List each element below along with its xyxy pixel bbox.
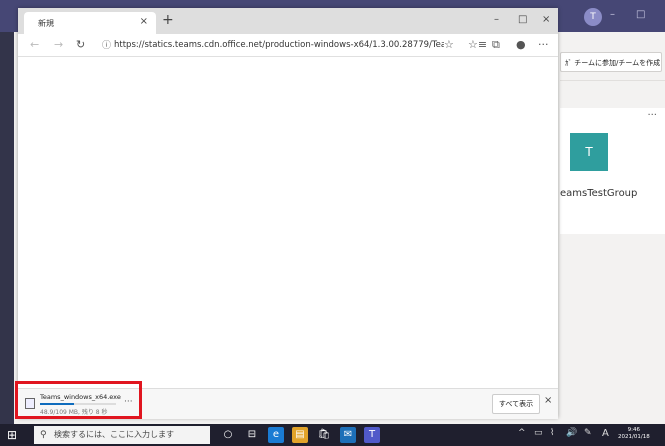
task-view-icon[interactable]: ⊟	[244, 427, 260, 443]
teams-minimize-button[interactable]: –	[610, 9, 615, 20]
tab-close-icon[interactable]: ×	[140, 16, 148, 27]
clock-time: 9:46	[627, 427, 641, 433]
teams-icon[interactable]: T	[364, 427, 380, 443]
back-icon[interactable]: ←	[30, 38, 39, 51]
teams-divider	[560, 80, 665, 81]
minimize-button[interactable]: –	[494, 14, 499, 25]
favorites-list-icon[interactable]: ☆≡	[468, 38, 487, 51]
search-icon: ⚲	[40, 430, 47, 440]
windows-start-icon[interactable]: ⊞	[4, 427, 20, 443]
team-name: eamsTestGroup	[560, 188, 638, 199]
forward-icon[interactable]: →	[54, 38, 63, 51]
site-info-icon[interactable]: ⓘ	[102, 38, 111, 51]
browser-window: 新規 × + – □ × ← → ↻ ⓘ https://statics.tea…	[18, 8, 558, 419]
highlight-box	[15, 381, 142, 419]
more-icon[interactable]: ···	[647, 110, 657, 121]
team-tile-icon: T	[570, 133, 608, 171]
new-tab-button[interactable]: +	[162, 12, 174, 28]
more-icon[interactable]: ···	[538, 38, 549, 51]
favorite-star-icon[interactable]: ☆	[444, 38, 454, 51]
refresh-icon[interactable]: ↻	[76, 38, 85, 51]
file-explorer-icon[interactable]: ▤	[292, 427, 308, 443]
profile-icon[interactable]: ●	[516, 38, 526, 51]
chevron-up-icon[interactable]: ^	[518, 428, 526, 438]
teams-maximize-button[interactable]: □	[636, 9, 645, 20]
join-create-team-button[interactable]: ｶﾞ チームに参加/チームを作成	[560, 52, 662, 72]
team-card[interactable]: ··· T eamsTestGroup	[560, 108, 665, 234]
clock[interactable]: 9:46 2021/01/18	[618, 427, 650, 441]
close-download-bar-icon[interactable]: ×	[544, 395, 552, 406]
teams-avatar[interactable]: T	[584, 8, 602, 26]
taskbar-search[interactable]: ⚲ 検索するには、ここに入力します	[34, 426, 210, 444]
show-all-button[interactable]: すべて表示	[492, 394, 540, 414]
volume-icon[interactable]: 🔊	[566, 428, 577, 438]
store-icon[interactable]: 🛍	[316, 427, 332, 443]
address-bar[interactable]: https://statics.teams.cdn.office.net/pro…	[114, 40, 444, 50]
browser-title-bar: 新規 × + – □ ×	[18, 8, 558, 34]
input-mode-icon[interactable]: A	[602, 428, 609, 439]
network-icon[interactable]: ⌇	[550, 428, 554, 438]
mail-icon[interactable]: ✉	[340, 427, 356, 443]
edge-icon[interactable]: e	[268, 427, 284, 443]
clock-date: 2021/01/18	[618, 434, 650, 440]
browser-tab[interactable]: 新規 ×	[24, 12, 156, 34]
search-placeholder: 検索するには、ここに入力します	[54, 430, 174, 439]
close-button[interactable]: ×	[542, 14, 550, 25]
teams-app-rail	[0, 32, 14, 424]
battery-icon[interactable]: ▭	[534, 428, 543, 438]
maximize-button[interactable]: □	[518, 14, 527, 25]
browser-toolbar: ← → ↻ ⓘ https://statics.teams.cdn.office…	[18, 34, 558, 57]
taskbar: ⊞ ⚲ 検索するには、ここに入力します ○ ⊟ e ▤ 🛍 ✉ T ^ ▭ ⌇ …	[0, 424, 665, 446]
collections-icon[interactable]: ⧉	[492, 38, 500, 52]
tab-title: 新規	[38, 19, 54, 28]
cortana-icon[interactable]: ○	[220, 427, 236, 443]
page-content	[18, 57, 558, 388]
pen-icon[interactable]: ✎	[584, 428, 592, 438]
